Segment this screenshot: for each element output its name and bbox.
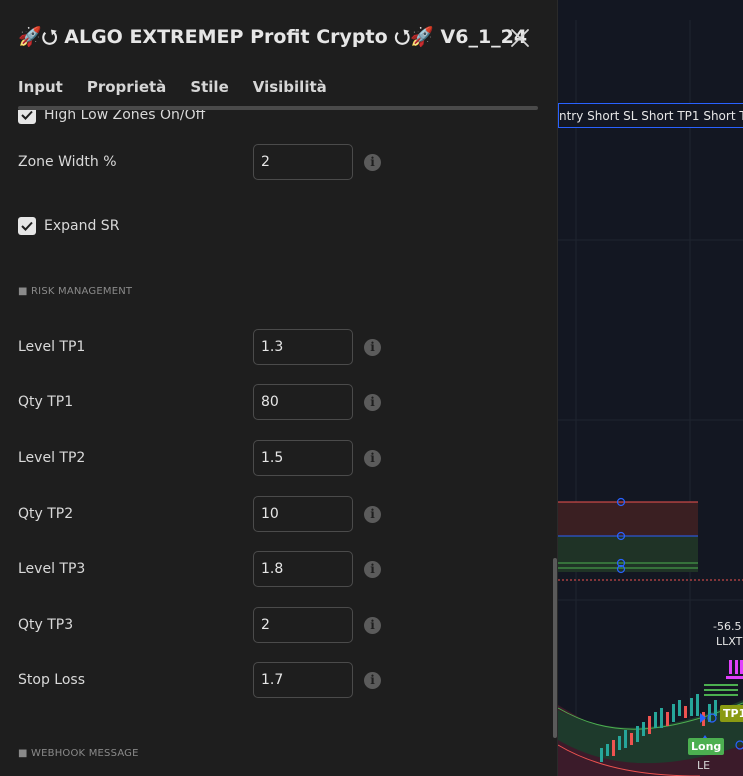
level-tp1-input[interactable]: 1.3 [253, 329, 353, 365]
qty-tp3-row: Qty TP3 2 i [18, 605, 557, 645]
qty-tp2-row: Qty TP2 10 i [18, 494, 557, 534]
qty-tp3-input[interactable]: 2 [253, 607, 353, 643]
high-low-zones-row: High Low Zones On/Off [18, 110, 205, 126]
qty-tp1-label: Qty TP1 [18, 394, 74, 410]
qty-tp1-row: Qty TP1 80 i [18, 382, 557, 422]
level-tp2-label: Level TP2 [18, 450, 86, 466]
indicator-settings-dialog: 🚀⭯ ALGO EXTREMEP Profit Crypto ⭯🚀 V6_1_2… [0, 0, 558, 776]
strategy-label-banner: ntry Short SL Short TP1 Short TP [558, 103, 743, 128]
qty-tp2-input[interactable]: 10 [253, 496, 353, 532]
expand-sr-checkbox[interactable] [18, 217, 36, 235]
info-icon[interactable]: i [364, 560, 381, 578]
stop-loss-row: Stop Loss 1.7 i [18, 660, 557, 700]
zone-width-input[interactable]: 2 [253, 144, 353, 180]
info-icon[interactable]: i [364, 393, 381, 411]
qty-tp3-label: Qty TP3 [18, 617, 74, 633]
level-tp1-label: Level TP1 [18, 339, 86, 355]
tp-zone [558, 536, 698, 572]
level-tp1-row: Level TP1 1.3 i [18, 327, 557, 367]
info-icon[interactable]: i [364, 338, 381, 356]
stop-loss-input[interactable]: 1.7 [253, 662, 353, 698]
high-low-zones-checkbox[interactable] [18, 110, 36, 124]
info-icon[interactable]: i [364, 153, 381, 171]
tab-visibility[interactable]: Visibilità [253, 78, 327, 96]
high-low-zones-label: High Low Zones On/Off [44, 110, 206, 123]
zone-width-label: Zone Width % [18, 154, 117, 170]
qty-tp2-label: Qty TP2 [18, 506, 74, 522]
long-badge: Long [688, 738, 725, 755]
risk-management-section-title: ■ RISK MANAGEMENT [18, 286, 133, 297]
sl-zone [558, 502, 698, 536]
dialog-title: 🚀⭯ ALGO EXTREMEP Profit Crypto ⭯🚀 V6_1_2… [18, 26, 528, 48]
close-icon[interactable] [506, 24, 534, 52]
tab-input[interactable]: Input [18, 78, 63, 96]
expand-sr-label: Expand SR [44, 218, 120, 234]
info-icon[interactable]: i [364, 671, 381, 689]
stop-loss-label: Stop Loss [18, 672, 85, 688]
info-icon[interactable]: i [364, 616, 381, 634]
tab-properties[interactable]: Proprietà [87, 78, 166, 96]
info-icon[interactable]: i [364, 449, 381, 467]
qty-tp1-input[interactable]: 80 [253, 384, 353, 420]
zone-width-row: Zone Width % 2 i [18, 142, 557, 182]
level-tp3-label: Level TP3 [18, 561, 86, 577]
dialog-scrollbar[interactable] [553, 558, 557, 738]
price-label: -56.5 [713, 620, 742, 633]
level-tp2-row: Level TP2 1.5 i [18, 438, 557, 478]
dialog-header: 🚀⭯ ALGO EXTREMEP Profit Crypto ⭯🚀 V6_1_2… [18, 22, 539, 56]
le-label: LE [697, 759, 711, 772]
strategy-name-label: LLXT [716, 635, 743, 648]
info-icon[interactable]: i [364, 505, 381, 523]
settings-content[interactable]: High Low Zones On/Off Zone Width % 2 i E… [0, 110, 557, 776]
tab-style[interactable]: Stile [190, 78, 228, 96]
level-tp3-row: Level TP3 1.8 i [18, 549, 557, 589]
level-tp3-input[interactable]: 1.8 [253, 551, 353, 587]
expand-sr-row: Expand SR [18, 215, 119, 237]
level-tp2-input[interactable]: 1.5 [253, 440, 353, 476]
webhook-message-section-title: ■ WEBHOOK MESSAGE [18, 748, 139, 759]
dialog-tabs: Input Proprietà Stile Visibilità [18, 78, 351, 96]
tp1-badge: TP1 [720, 705, 743, 722]
